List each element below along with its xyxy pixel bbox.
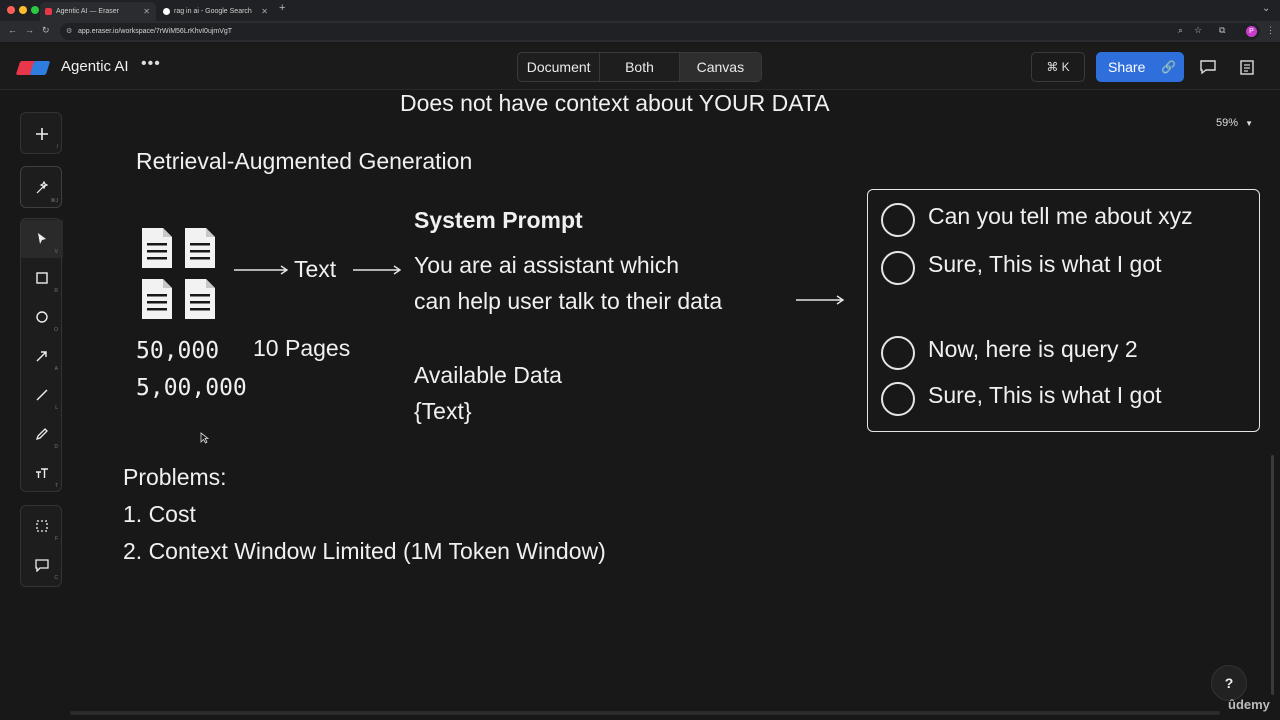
comment-icon: [35, 559, 49, 572]
view-canvas-button[interactable]: Canvas: [679, 53, 761, 81]
udemy-watermark: ûdemy: [1228, 697, 1270, 712]
frame-tool[interactable]: F: [21, 507, 63, 545]
google-favicon-icon: [163, 8, 170, 15]
text-label[interactable]: Text: [294, 256, 336, 283]
assistant-avatar-icon: [881, 382, 915, 416]
app-header: Agentic AI ••• Document Both Canvas ⌘ K …: [0, 44, 1280, 90]
line-tool[interactable]: L: [21, 376, 63, 414]
arrow-tool[interactable]: A: [21, 337, 63, 375]
minimize-window-button[interactable]: [19, 6, 27, 14]
back-icon[interactable]: ←: [8, 25, 17, 35]
maximize-window-button[interactable]: [31, 6, 39, 14]
document-icon[interactable]: [184, 227, 216, 269]
mouse-cursor-icon: [200, 432, 209, 444]
available-data-value[interactable]: {Text}: [414, 398, 472, 425]
comment-tool[interactable]: C: [21, 546, 63, 584]
comments-icon[interactable]: [1199, 58, 1217, 76]
address-bar: ← → ↻ ⚙ app.eraser.io/workspace/7rWiM56L…: [0, 21, 1280, 42]
close-tab-icon[interactable]: ✕: [261, 2, 268, 21]
chevron-down-icon: ▼: [1245, 119, 1254, 128]
extra-tools: F C: [20, 505, 62, 587]
arrow-docs-to-text[interactable]: [233, 264, 289, 276]
profile-avatar[interactable]: P: [1246, 26, 1257, 37]
canvas-top-heading[interactable]: Does not have context about YOUR DATA: [400, 90, 830, 117]
assistant-avatar-icon: [881, 251, 915, 285]
vertical-scrollbar[interactable]: [1271, 455, 1274, 695]
user-avatar-icon: [881, 336, 915, 370]
eraser-logo-icon: [15, 61, 51, 75]
pen-icon: [35, 428, 48, 441]
zoom-control[interactable]: 59% ▼: [1216, 117, 1253, 129]
text-tool[interactable]: T: [21, 454, 63, 492]
select-tool[interactable]: V: [21, 220, 63, 258]
chat-message[interactable]: Can you tell me about xyz: [928, 203, 1193, 230]
view-mode-switcher: Document Both Canvas: [517, 52, 762, 82]
more-options-button[interactable]: •••: [141, 55, 161, 73]
add-tool-group: /: [20, 112, 62, 154]
url-field[interactable]: ⚙ app.eraser.io/workspace/7rWiM56LrKhvI0…: [60, 23, 1260, 40]
command-palette-button[interactable]: ⌘ K: [1031, 52, 1085, 82]
add-button[interactable]: /: [21, 115, 63, 153]
chat-frame[interactable]: Can you tell me about xyz Sure, This is …: [867, 189, 1260, 432]
document-title[interactable]: Agentic AI: [61, 58, 129, 75]
chat-message[interactable]: Sure, This is what I got: [928, 382, 1162, 409]
arrow-prompt-to-chat[interactable]: [795, 294, 845, 306]
browser-menu-icon[interactable]: ⋮: [1266, 25, 1275, 36]
view-both-button[interactable]: Both: [600, 53, 680, 81]
pen-tool[interactable]: D: [21, 415, 63, 453]
site-info-icon[interactable]: ⚙: [66, 23, 72, 40]
circle-tool[interactable]: O: [21, 298, 63, 336]
document-icon[interactable]: [184, 278, 216, 320]
browser-tab-google[interactable]: rag in ai - Google Search ✕: [158, 2, 274, 21]
problem-item[interactable]: 1. Cost: [123, 501, 196, 528]
drawing-tools: V R O A L D T: [20, 218, 63, 492]
export-icon[interactable]: [1238, 58, 1256, 76]
horizontal-scrollbar[interactable]: [70, 711, 1220, 715]
extensions-icon[interactable]: ⧉: [1219, 25, 1225, 36]
new-tab-button[interactable]: +: [279, 2, 285, 14]
rag-title[interactable]: Retrieval-Augmented Generation: [136, 148, 472, 175]
ai-tool-group: ⌘J: [20, 166, 62, 208]
system-prompt-line-1[interactable]: You are ai assistant which: [414, 252, 679, 279]
view-document-button[interactable]: Document: [518, 53, 601, 81]
browser-tab-eraser[interactable]: Agentic AI — Eraser ✕: [40, 2, 156, 21]
link-icon: 🔗: [1161, 60, 1176, 74]
system-prompt-title[interactable]: System Prompt: [414, 207, 583, 234]
system-prompt-line-2[interactable]: can help user talk to their data: [414, 288, 722, 315]
arrow-text-to-prompt[interactable]: [352, 264, 402, 276]
problems-title[interactable]: Problems:: [123, 464, 227, 491]
forward-icon[interactable]: →: [25, 25, 34, 35]
share-button[interactable]: Share 🔗: [1096, 52, 1184, 82]
browser-tab-bar: Agentic AI — Eraser ✕ rag in ai - Google…: [0, 0, 1280, 21]
eraser-favicon-icon: [45, 8, 52, 15]
tab-search-icon[interactable]: ⌄: [1262, 3, 1270, 14]
plus-icon: [36, 128, 48, 140]
rectangle-icon: [36, 272, 48, 284]
frame-icon: [36, 520, 48, 532]
magic-wand-icon: [36, 181, 49, 194]
rectangle-tool[interactable]: R: [21, 259, 63, 297]
pointer-icon: [38, 233, 46, 244]
arrow-icon: [36, 351, 47, 362]
close-window-button[interactable]: [7, 6, 15, 14]
document-icon[interactable]: [141, 227, 173, 269]
available-data-title[interactable]: Available Data: [414, 362, 562, 389]
chat-message[interactable]: Now, here is query 2: [928, 336, 1138, 363]
pages-label[interactable]: 10 Pages: [253, 335, 350, 362]
user-avatar-icon: [881, 203, 915, 237]
text-icon: [36, 468, 48, 478]
close-tab-icon[interactable]: ✕: [143, 2, 150, 21]
line-icon: [36, 389, 48, 401]
problem-item[interactable]: 2. Context Window Limited (1M Token Wind…: [123, 538, 606, 565]
bookmark-star-icon[interactable]: ☆: [1194, 25, 1202, 36]
help-button[interactable]: ?: [1211, 665, 1247, 701]
number-50000[interactable]: 50,000: [136, 338, 219, 364]
number-500000[interactable]: 5,00,000: [136, 375, 247, 401]
reload-icon[interactable]: ↻: [42, 25, 50, 36]
circle-icon: [36, 311, 48, 323]
chat-message[interactable]: Sure, This is what I got: [928, 251, 1162, 278]
zoom-icon[interactable]: ⌕: [1178, 25, 1183, 36]
document-icon[interactable]: [141, 278, 173, 320]
ai-magic-button[interactable]: ⌘J: [21, 169, 63, 207]
